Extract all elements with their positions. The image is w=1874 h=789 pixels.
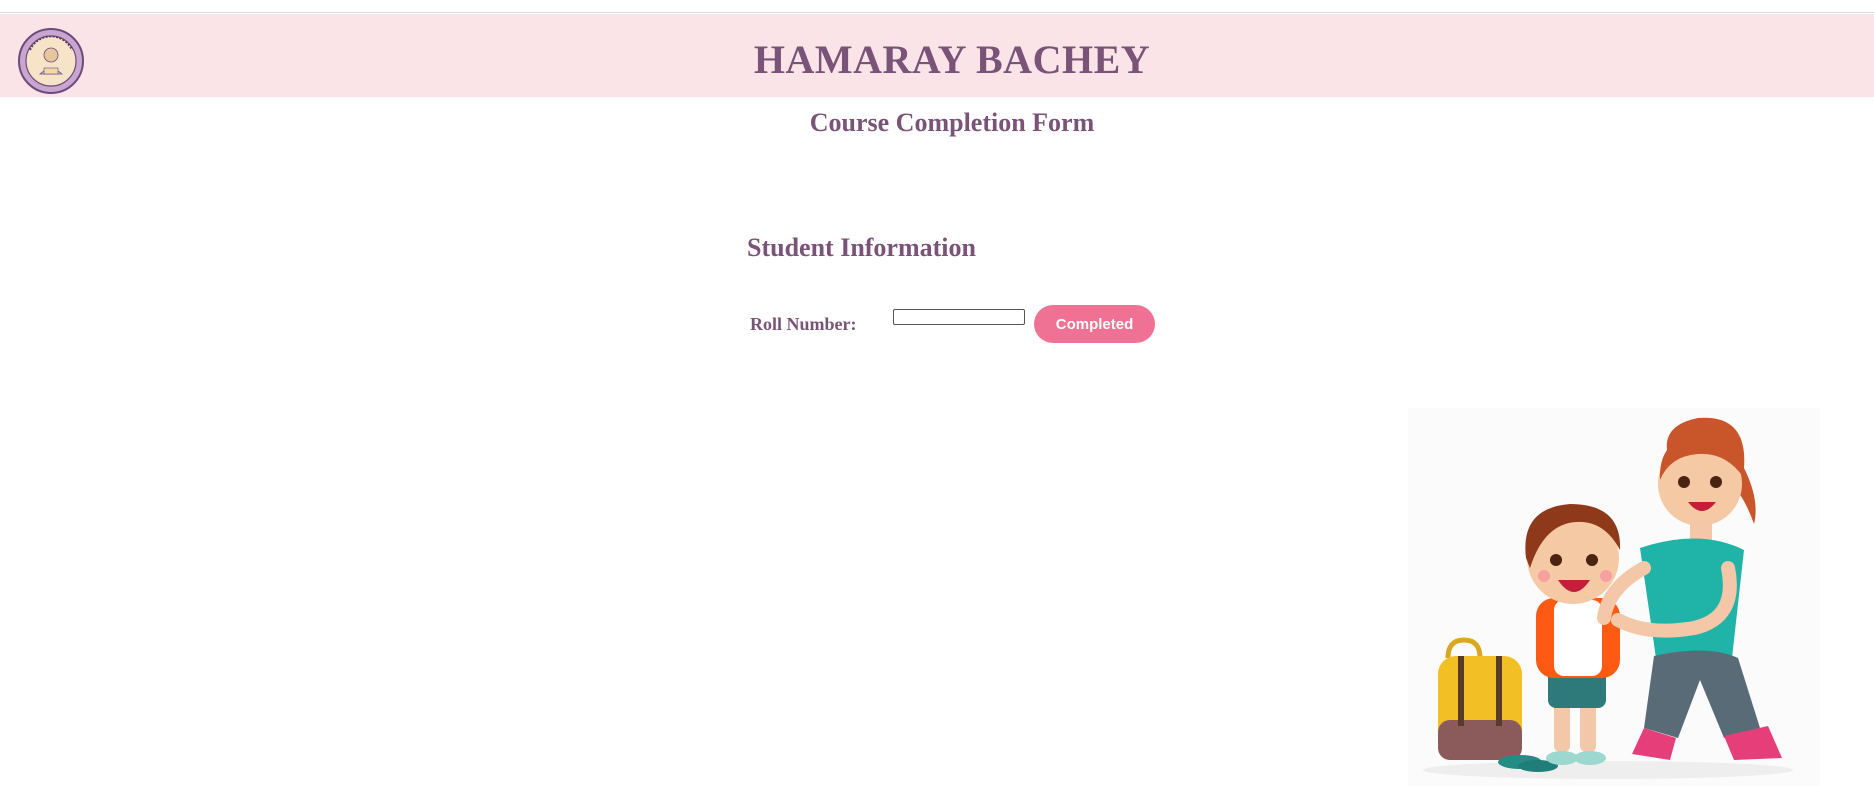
mother-and-child-illustration-icon [1408,408,1820,786]
site-header: HAMARAY BACHEY [0,14,1874,97]
top-divider [0,12,1874,13]
page-title: Course Completion Form [809,108,1095,137]
roll-number-label: Roll Number: [750,314,857,334]
site-title: HAMARAY BACHEY [753,37,1151,82]
backpack-icon [1438,637,1522,760]
section-title-student-information: Student Information [747,233,976,262]
roll-number-input[interactable] [893,309,1025,325]
completed-button[interactable]: Completed [1034,305,1155,343]
